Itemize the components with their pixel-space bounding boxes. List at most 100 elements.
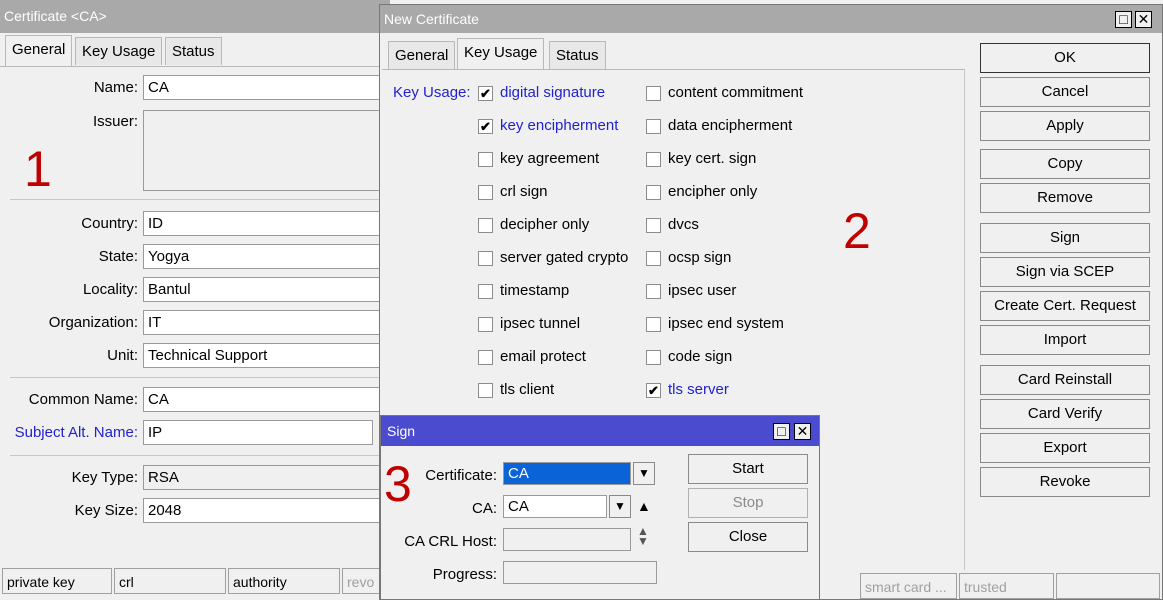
key-usage-right-checkbox[interactable]: ✔	[646, 383, 661, 398]
locality-label: Locality:	[82, 281, 138, 298]
key-size-field[interactable]: 2048	[143, 498, 393, 523]
key-usage-left-checkbox[interactable]	[478, 350, 493, 365]
key-usage-label: Key Usage:	[393, 84, 471, 101]
status-authority: authority	[228, 568, 340, 594]
key-usage-right-label[interactable]: content commitment	[668, 84, 803, 101]
key-usage-right-label[interactable]: ipsec end system	[668, 315, 784, 332]
certificate-select[interactable]: CA	[503, 462, 631, 485]
certificate-dropdown-icon[interactable]: ▼	[633, 462, 655, 485]
remove-button[interactable]: Remove	[980, 183, 1150, 213]
key-usage-right-checkbox[interactable]	[646, 350, 661, 365]
key-usage-right-checkbox[interactable]	[646, 251, 661, 266]
key-usage-left-checkbox[interactable]	[478, 383, 493, 398]
key-usage-right-checkbox[interactable]	[646, 86, 661, 101]
ca-collapse-icon[interactable]: ▲	[637, 498, 651, 514]
common-name-label: Common Name:	[28, 391, 138, 408]
apply-button[interactable]: Apply	[980, 111, 1150, 141]
start-button[interactable]: Start	[688, 454, 808, 484]
key-type-label: Key Type:	[71, 469, 138, 486]
tab-general[interactable]: General	[5, 35, 73, 66]
card-reinstall-button[interactable]: Card Reinstall	[980, 365, 1150, 395]
key-usage-right-label[interactable]: tls server	[668, 381, 729, 398]
certificate-window: Certificate <CA> General Key Usage Statu…	[0, 0, 393, 600]
tab-status[interactable]: Status	[165, 37, 222, 65]
subject-alt-name-field[interactable]: IP	[143, 420, 373, 445]
tab-key-usage[interactable]: Key Usage	[457, 38, 545, 69]
status-private-key: private key	[2, 568, 112, 594]
export-button[interactable]: Export	[980, 433, 1150, 463]
key-usage-left-checkbox[interactable]: ✔	[478, 86, 493, 101]
new-certificate-titlebar[interactable]: New Certificate	[380, 5, 1162, 33]
sign-via-scep-button[interactable]: Sign via SCEP	[980, 257, 1150, 287]
ok-button[interactable]: OK	[980, 43, 1150, 73]
key-usage-left-label[interactable]: ipsec tunnel	[500, 315, 580, 332]
sign-dialog-titlebar[interactable]: Sign	[381, 416, 819, 446]
key-usage-left-label[interactable]: digital signature	[500, 84, 605, 101]
key-usage-left-label[interactable]: decipher only	[500, 216, 589, 233]
state-field[interactable]: Yogya	[143, 244, 393, 269]
sign-dialog-title: Sign	[387, 423, 416, 439]
card-verify-button[interactable]: Card Verify	[980, 399, 1150, 429]
key-usage-right-label[interactable]: dvcs	[668, 216, 699, 233]
key-usage-right-checkbox[interactable]	[646, 284, 661, 299]
key-usage-right-label[interactable]: data encipherment	[668, 117, 792, 134]
key-usage-right-checkbox[interactable]	[646, 317, 661, 332]
tab-status[interactable]: Status	[549, 41, 606, 69]
maximize-icon[interactable]: □	[773, 423, 790, 440]
key-usage-left-checkbox[interactable]	[478, 317, 493, 332]
key-usage-left-label[interactable]: server gated crypto	[500, 249, 628, 266]
key-usage-left-label[interactable]: key encipherment	[500, 117, 618, 134]
key-usage-left-checkbox[interactable]	[478, 284, 493, 299]
ca-crl-host-field[interactable]	[503, 528, 631, 551]
key-usage-right-label[interactable]: encipher only	[668, 183, 757, 200]
annotation-1: 1	[24, 141, 52, 197]
key-usage-left-label[interactable]: crl sign	[500, 183, 548, 200]
key-usage-right-label[interactable]: ipsec user	[668, 282, 736, 299]
close-icon[interactable]: ✕	[794, 423, 811, 440]
key-usage-left-checkbox[interactable]	[478, 218, 493, 233]
close-icon[interactable]: ✕	[1135, 11, 1152, 28]
key-usage-right-label[interactable]: ocsp sign	[668, 249, 731, 266]
sign-button[interactable]: Sign	[980, 223, 1150, 253]
status-smart-card: smart card ...	[860, 573, 957, 599]
key-usage-right-checkbox[interactable]	[646, 119, 661, 134]
country-field[interactable]: ID	[143, 211, 393, 236]
import-button[interactable]: Import	[980, 325, 1150, 355]
maximize-icon[interactable]: □	[1115, 11, 1132, 28]
tab-key-usage[interactable]: Key Usage	[75, 37, 163, 65]
subject-alt-name-label[interactable]: Subject Alt. Name:	[0, 424, 138, 441]
key-usage-left-label[interactable]: email protect	[500, 348, 586, 365]
stop-button[interactable]: Stop	[688, 488, 808, 518]
create-cert-request-button[interactable]: Create Cert. Request	[980, 291, 1150, 321]
common-name-field[interactable]: CA	[143, 387, 393, 412]
tab-general[interactable]: General	[388, 41, 456, 69]
ca-select[interactable]: CA	[503, 495, 607, 518]
key-usage-left-label[interactable]: tls client	[500, 381, 554, 398]
key-usage-left-checkbox[interactable]: ✔	[478, 119, 493, 134]
name-field[interactable]: CA	[143, 75, 393, 100]
key-usage-right-checkbox[interactable]	[646, 152, 661, 167]
status-crl: crl	[114, 568, 226, 594]
close-button[interactable]: Close	[688, 522, 808, 552]
key-usage-right-checkbox[interactable]	[646, 185, 661, 200]
unit-field[interactable]: Technical Support	[143, 343, 393, 368]
locality-field[interactable]: Bantul	[143, 277, 393, 302]
copy-button[interactable]: Copy	[980, 149, 1150, 179]
key-usage-left-checkbox[interactable]	[478, 152, 493, 167]
organization-field[interactable]: IT	[143, 310, 393, 335]
key-usage-left-label[interactable]: timestamp	[500, 282, 569, 299]
key-size-label: Key Size:	[74, 502, 138, 519]
key-usage-right-checkbox[interactable]	[646, 218, 661, 233]
key-usage-left-label[interactable]: key agreement	[500, 150, 599, 167]
country-label: Country:	[81, 215, 138, 232]
revoke-button[interactable]: Revoke	[980, 467, 1150, 497]
key-usage-left-checkbox[interactable]	[478, 185, 493, 200]
sign-dialog: Sign □ ✕ Certificate: CA ▼ CA: CA ▼ ▲ CA…	[380, 415, 820, 600]
ca-dropdown-icon[interactable]: ▼	[609, 495, 631, 518]
certificate-window-titlebar[interactable]: Certificate <CA>	[0, 0, 390, 33]
key-usage-right-label[interactable]: code sign	[668, 348, 732, 365]
cancel-button[interactable]: Cancel	[980, 77, 1150, 107]
ca-crl-host-expand-icon[interactable]: ▲ ▼	[637, 525, 649, 547]
key-usage-left-checkbox[interactable]	[478, 251, 493, 266]
key-usage-right-label[interactable]: key cert. sign	[668, 150, 756, 167]
